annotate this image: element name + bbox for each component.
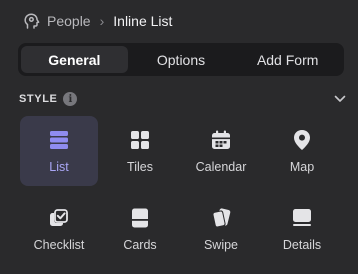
style-section-header[interactable]: STYLE i xyxy=(19,91,347,107)
calendar-icon xyxy=(209,128,233,152)
option-label: Details xyxy=(282,238,322,252)
person-head-icon xyxy=(23,12,41,30)
option-label: Calendar xyxy=(195,160,247,174)
option-label: Checklist xyxy=(33,238,85,252)
option-label: Tiles xyxy=(127,160,153,174)
style-option-map[interactable]: Map xyxy=(263,116,341,186)
map-pin-icon xyxy=(290,128,314,152)
list-icon xyxy=(47,128,71,152)
cards-icon xyxy=(128,206,152,230)
breadcrumb-separator: › xyxy=(99,13,105,29)
style-options-grid: List Tiles Calendar Map Checklist Cards … xyxy=(20,116,344,264)
style-option-tiles[interactable]: Tiles xyxy=(101,116,179,186)
option-label: List xyxy=(49,160,69,174)
tab-general[interactable]: General xyxy=(21,46,128,73)
style-option-calendar[interactable]: Calendar xyxy=(182,116,260,186)
option-label: Swipe xyxy=(203,238,239,252)
style-option-cards[interactable]: Cards xyxy=(101,194,179,264)
breadcrumb: People › Inline List xyxy=(23,10,172,32)
checklist-icon xyxy=(47,206,71,230)
details-icon xyxy=(290,206,314,230)
tiles-icon xyxy=(128,128,152,152)
tab-options[interactable]: Options xyxy=(128,46,235,73)
tab-add-form[interactable]: Add Form xyxy=(234,46,341,73)
section-title: STYLE xyxy=(19,93,58,105)
info-icon[interactable]: i xyxy=(63,92,78,106)
tab-bar: General Options Add Form xyxy=(18,43,344,76)
chevron-down-icon[interactable] xyxy=(333,92,347,106)
swipe-icon xyxy=(209,206,233,230)
breadcrumb-parent[interactable]: People xyxy=(47,13,91,29)
style-option-list[interactable]: List xyxy=(20,116,98,186)
option-label: Map xyxy=(289,160,315,174)
option-label: Cards xyxy=(123,238,157,252)
style-option-swipe[interactable]: Swipe xyxy=(182,194,260,264)
style-option-details[interactable]: Details xyxy=(263,194,341,264)
style-option-checklist[interactable]: Checklist xyxy=(20,194,98,264)
breadcrumb-current: Inline List xyxy=(113,13,173,29)
